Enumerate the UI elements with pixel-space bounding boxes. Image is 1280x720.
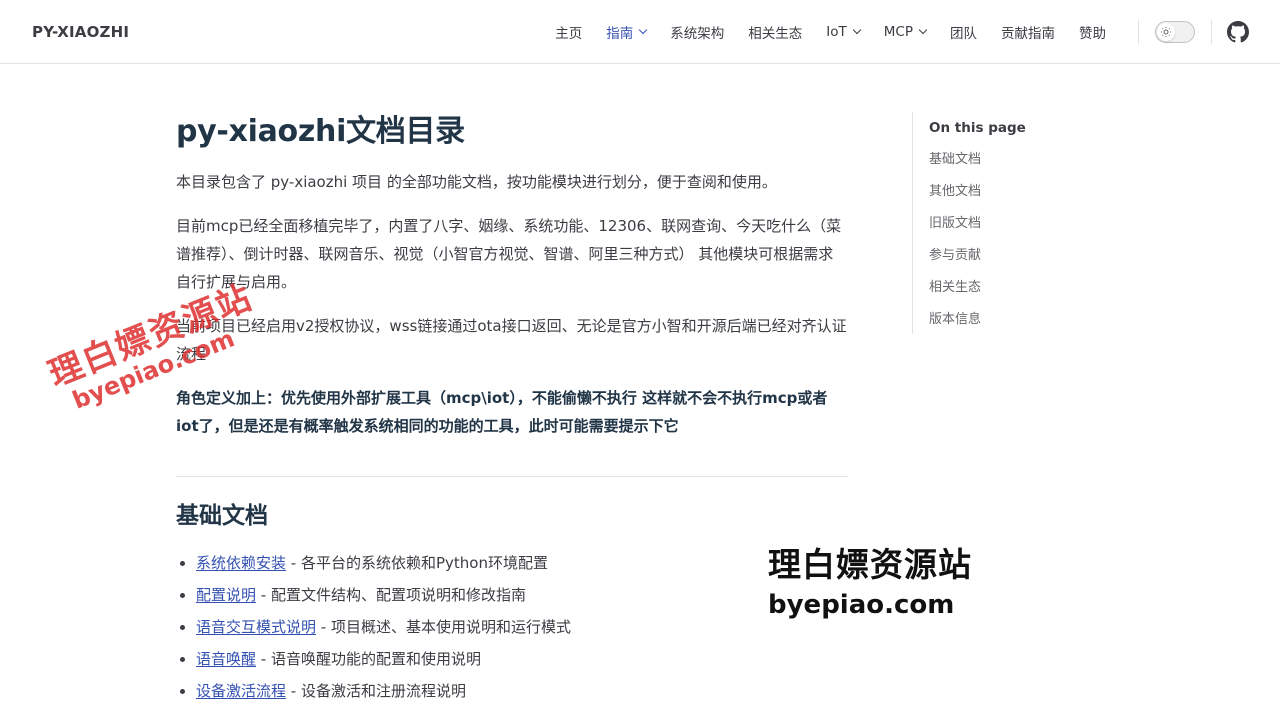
doc-link[interactable]: 语音交互模式说明 — [196, 618, 316, 636]
nav-ecosystem-label: 相关生态 — [748, 26, 803, 42]
theme-toggle[interactable] — [1155, 21, 1195, 43]
doc-desc: - 语音唤醒功能的配置和使用说明 — [256, 650, 481, 668]
role-tip-paragraph: 角色定义加上：优先使用外部扩展工具（mcp\iot），不能偷懒不执行 这样就不会… — [176, 389, 828, 435]
sun-icon — [1157, 23, 1175, 41]
section-divider — [176, 476, 848, 477]
mcp-paragraph: 目前mcp已经全面移植完毕了，内置了八字、姻缘、系统功能、12306、联网查询、… — [176, 217, 842, 291]
chevron-down-icon — [852, 25, 862, 35]
nav-ecosystem[interactable]: 相关生态 — [736, 22, 814, 42]
list-item: 配置说明 - 配置文件结构、配置项说明和修改指南 — [196, 579, 848, 611]
nav-architecture[interactable]: 系统架构 — [658, 22, 736, 42]
nav-contribute-label: 贡献指南 — [1001, 26, 1055, 42]
doc-content: py-xiaozhi文档目录 本目录包含了 py-xiaozhi 项目 的全部功… — [176, 108, 848, 707]
nav-architecture-label: 系统架构 — [670, 26, 725, 42]
nav-mcp-label: MCP — [883, 24, 913, 40]
watermark-black-en: byepiao.com — [768, 590, 955, 620]
outline-link[interactable]: 基础文档 — [929, 144, 1112, 176]
outline-link[interactable]: 版本信息 — [929, 304, 1112, 336]
watermark-black-cn: 理白嫖资源站 — [768, 545, 972, 584]
github-icon[interactable] — [1227, 21, 1249, 43]
doc-desc: - 项目概述、基本使用说明和运行模式 — [316, 618, 571, 636]
doc-desc: - 配置文件结构、配置项说明和修改指南 — [256, 586, 526, 604]
outline-link[interactable]: 其他文档 — [929, 176, 1112, 208]
list-item: 系统依赖安装 - 各平台的系统依赖和Python环境配置 — [196, 547, 848, 579]
nav-home[interactable]: 主页 — [543, 22, 594, 42]
nav-divider — [1138, 20, 1139, 44]
outline-link[interactable]: 旧版文档 — [929, 208, 1112, 240]
nav-guide[interactable]: 指南 — [594, 22, 658, 42]
nav-iot[interactable]: IoT — [814, 24, 872, 40]
list-item: 设备激活流程 - 设备激活和注册流程说明 — [196, 675, 848, 707]
nav-mcp[interactable]: MCP — [872, 24, 938, 40]
chevron-down-icon — [639, 25, 648, 35]
doc-list: 系统依赖安装 - 各平台的系统依赖和Python环境配置 配置说明 - 配置文件… — [176, 547, 848, 707]
nav-team[interactable]: 团队 — [938, 22, 989, 42]
outline-title: On this page — [929, 120, 1026, 136]
doc-link[interactable]: 语音唤醒 — [196, 650, 256, 668]
nav-contribute[interactable]: 贡献指南 — [989, 22, 1067, 42]
main-nav: 主页 指南 系统架构 相关生态 IoT MCP 团队 贡献指南 赞助 — [543, 0, 1118, 64]
nav-iot-label: IoT — [826, 24, 847, 40]
nav-team-label: 团队 — [950, 26, 977, 42]
list-item: 语音唤醒 - 语音唤醒功能的配置和使用说明 — [196, 643, 848, 675]
page-title: py-xiaozhi文档目录 — [176, 114, 465, 149]
list-item: 语音交互模式说明 - 项目概述、基本使用说明和运行模式 — [196, 611, 848, 643]
top-navbar: PY-XIAOZHI 主页 指南 系统架构 相关生态 IoT MCP 团队 贡献… — [0, 0, 1280, 64]
nav-sponsor[interactable]: 赞助 — [1067, 22, 1118, 42]
nav-home-label: 主页 — [555, 26, 583, 42]
doc-desc: - 各平台的系统依赖和Python环境配置 — [286, 554, 548, 572]
nav-sponsor-label: 赞助 — [1079, 26, 1106, 42]
nav-divider — [1211, 20, 1212, 44]
doc-desc: - 设备激活和注册流程说明 — [286, 682, 466, 700]
doc-link[interactable]: 系统依赖安装 — [196, 554, 286, 572]
chevron-down-icon — [918, 25, 928, 35]
on-this-page-outline: On this page 基础文档 其他文档 旧版文档 参与贡献 相关生态 版本… — [912, 112, 1112, 334]
outline-link[interactable]: 参与贡献 — [929, 240, 1112, 272]
auth-paragraph: 当前项目已经启用v2授权协议，wss链接通过ota接口返回、无论是官方小智和开源… — [176, 317, 847, 363]
nav-guide-label: 指南 — [606, 26, 634, 42]
doc-link[interactable]: 配置说明 — [196, 586, 256, 604]
doc-link[interactable]: 设备激活流程 — [196, 682, 286, 700]
intro-paragraph: 本目录包含了 py-xiaozhi 项目 的全部功能文档，按功能模块进行划分，便… — [176, 173, 777, 191]
site-brand[interactable]: PY-XIAOZHI — [32, 0, 129, 64]
section-heading: 基础文档 — [176, 503, 268, 529]
outline-link[interactable]: 相关生态 — [929, 272, 1112, 304]
